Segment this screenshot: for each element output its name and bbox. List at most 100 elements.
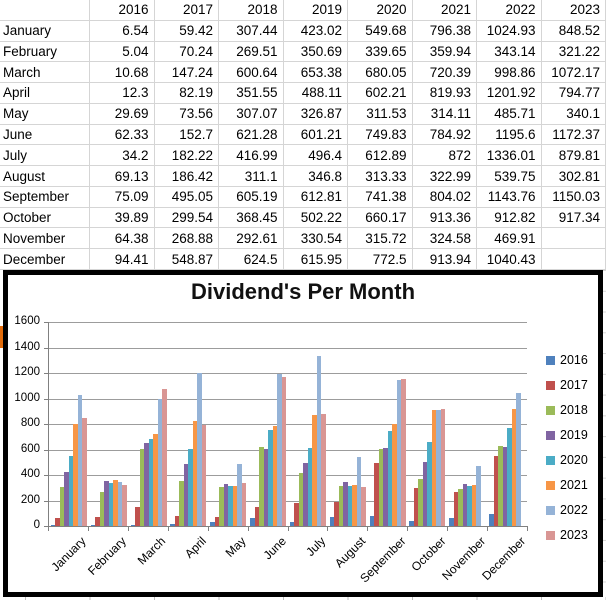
- value-cell[interactable]: 539.75: [477, 166, 542, 187]
- value-cell[interactable]: 307.44: [219, 20, 284, 42]
- value-cell[interactable]: 1195.6: [477, 124, 542, 146]
- value-cell[interactable]: 720.39: [412, 62, 477, 84]
- value-cell[interactable]: 311.1: [219, 166, 284, 187]
- value-cell[interactable]: 322.99: [412, 166, 477, 187]
- value-cell[interactable]: 912.82: [477, 207, 542, 229]
- value-cell[interactable]: 94.41: [90, 249, 155, 270]
- value-cell[interactable]: 469.91: [477, 228, 542, 250]
- value-cell[interactable]: 269.51: [219, 41, 284, 63]
- value-cell[interactable]: 313.33: [348, 166, 413, 187]
- value-cell[interactable]: 343.14: [477, 41, 542, 63]
- value-cell[interactable]: 292.61: [219, 228, 284, 250]
- value-cell[interactable]: 311.53: [348, 103, 413, 125]
- month-cell[interactable]: October: [0, 207, 90, 229]
- value-cell[interactable]: 182.22: [154, 145, 219, 167]
- value-cell[interactable]: [541, 249, 606, 270]
- value-cell[interactable]: 804.02: [412, 186, 477, 208]
- value-cell[interactable]: 5.04: [90, 41, 155, 63]
- legend-item-2017[interactable]: 2017: [546, 378, 588, 392]
- value-cell[interactable]: 495.05: [154, 186, 219, 208]
- value-cell[interactable]: 772.5: [348, 249, 413, 270]
- value-cell[interactable]: 82.19: [154, 83, 219, 104]
- value-cell[interactable]: 73.56: [154, 103, 219, 125]
- value-cell[interactable]: [541, 228, 606, 250]
- dividends-chart[interactable]: Dividend's Per Month 0 200 400 600 800 1000 12…: [3, 270, 603, 597]
- value-cell[interactable]: 879.81: [541, 145, 606, 167]
- value-cell[interactable]: 324.58: [412, 228, 477, 250]
- value-cell[interactable]: 600.64: [219, 62, 284, 84]
- value-cell[interactable]: 612.81: [283, 186, 348, 208]
- month-cell[interactable]: February: [0, 41, 90, 63]
- value-cell[interactable]: 12.3: [90, 83, 155, 104]
- year-header-cell[interactable]: 2023: [541, 0, 606, 21]
- value-cell[interactable]: 1024.93: [477, 20, 542, 42]
- value-cell[interactable]: 621.28: [219, 124, 284, 146]
- value-cell[interactable]: 615.95: [283, 249, 348, 270]
- value-cell[interactable]: 602.21: [348, 83, 413, 104]
- month-cell[interactable]: August: [0, 166, 90, 187]
- value-cell[interactable]: 913.94: [412, 249, 477, 270]
- month-cell[interactable]: December: [0, 249, 90, 270]
- value-cell[interactable]: 549.68: [348, 20, 413, 42]
- year-header-cell[interactable]: 2020: [348, 0, 413, 21]
- value-cell[interactable]: 1201.92: [477, 83, 542, 104]
- value-cell[interactable]: 152.7: [154, 124, 219, 146]
- month-cell[interactable]: January: [0, 20, 90, 42]
- value-cell[interactable]: 299.54: [154, 207, 219, 229]
- value-cell[interactable]: 416.99: [219, 145, 284, 167]
- value-cell[interactable]: 794.77: [541, 83, 606, 104]
- value-cell[interactable]: 307.07: [219, 103, 284, 125]
- legend-item-2022[interactable]: 2022: [546, 503, 588, 517]
- legend-item-2016[interactable]: 2016: [546, 353, 588, 367]
- month-cell[interactable]: May: [0, 103, 90, 125]
- value-cell[interactable]: 872: [412, 145, 477, 167]
- value-cell[interactable]: 39.89: [90, 207, 155, 229]
- month-cell[interactable]: June: [0, 124, 90, 146]
- value-cell[interactable]: 321.22: [541, 41, 606, 63]
- year-header-cell[interactable]: 2016: [90, 0, 155, 21]
- value-cell[interactable]: 6.54: [90, 20, 155, 42]
- value-cell[interactable]: 605.19: [219, 186, 284, 208]
- value-cell[interactable]: 819.93: [412, 83, 477, 104]
- value-cell[interactable]: 917.34: [541, 207, 606, 229]
- value-cell[interactable]: 34.2: [90, 145, 155, 167]
- value-cell[interactable]: 340.1: [541, 103, 606, 125]
- value-cell[interactable]: 186.42: [154, 166, 219, 187]
- value-cell[interactable]: 350.69: [283, 41, 348, 63]
- value-cell[interactable]: 330.54: [283, 228, 348, 250]
- legend-item-2020[interactable]: 2020: [546, 453, 588, 467]
- year-header-cell[interactable]: 2019: [283, 0, 348, 21]
- value-cell[interactable]: 70.24: [154, 41, 219, 63]
- value-cell[interactable]: 326.87: [283, 103, 348, 125]
- value-cell[interactable]: 548.87: [154, 249, 219, 270]
- value-cell[interactable]: 75.09: [90, 186, 155, 208]
- year-header-cell[interactable]: 2017: [154, 0, 219, 21]
- value-cell[interactable]: 315.72: [348, 228, 413, 250]
- value-cell[interactable]: 848.52: [541, 20, 606, 42]
- value-cell[interactable]: 601.21: [283, 124, 348, 146]
- value-cell[interactable]: 502.22: [283, 207, 348, 229]
- value-cell[interactable]: 339.65: [348, 41, 413, 63]
- value-cell[interactable]: 998.86: [477, 62, 542, 84]
- value-cell[interactable]: 749.83: [348, 124, 413, 146]
- value-cell[interactable]: 1172.37: [541, 124, 606, 146]
- value-cell[interactable]: 485.71: [477, 103, 542, 125]
- value-cell[interactable]: 660.17: [348, 207, 413, 229]
- value-cell[interactable]: 69.13: [90, 166, 155, 187]
- month-cell[interactable]: November: [0, 228, 90, 250]
- value-cell[interactable]: 488.11: [283, 83, 348, 104]
- value-cell[interactable]: 64.38: [90, 228, 155, 250]
- legend-item-2018[interactable]: 2018: [546, 403, 588, 417]
- value-cell[interactable]: 423.02: [283, 20, 348, 42]
- year-header-cell[interactable]: 2022: [477, 0, 542, 21]
- value-cell[interactable]: 10.68: [90, 62, 155, 84]
- month-cell[interactable]: April: [0, 83, 90, 104]
- value-cell[interactable]: 913.36: [412, 207, 477, 229]
- value-cell[interactable]: 624.5: [219, 249, 284, 270]
- value-cell[interactable]: 612.89: [348, 145, 413, 167]
- legend-item-2023[interactable]: 2023: [546, 528, 588, 542]
- value-cell[interactable]: 29.69: [90, 103, 155, 125]
- legend-item-2021[interactable]: 2021: [546, 478, 588, 492]
- month-cell[interactable]: September: [0, 186, 90, 208]
- value-cell[interactable]: 346.8: [283, 166, 348, 187]
